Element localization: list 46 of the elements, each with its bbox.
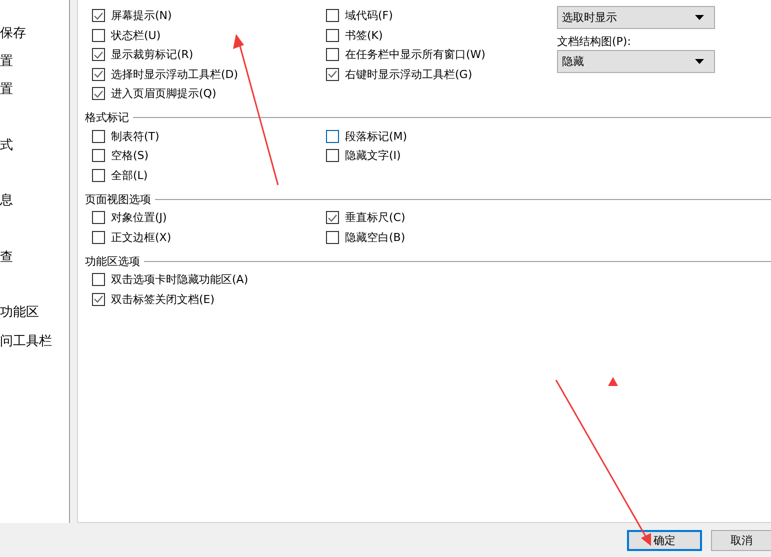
checkbox[interactable]: 段落标记(M) <box>326 126 408 146</box>
checkbox[interactable]: 右键时显示浮动工具栏(G) <box>326 64 472 84</box>
dropdown[interactable]: 选取时显示 <box>557 6 715 29</box>
checkbox[interactable]: 状态栏(U) <box>92 26 161 45</box>
checkbox[interactable]: 制表符(T) <box>92 126 160 146</box>
sidebar-item[interactable]: 式 <box>0 136 69 156</box>
sidebar-item[interactable]: 功能区 <box>0 303 69 323</box>
sidebar-item[interactable]: 保存 <box>0 24 69 44</box>
check-icon <box>328 214 337 222</box>
section-title: 功能区选项 <box>85 254 140 268</box>
check-icon <box>94 90 103 98</box>
checkbox[interactable]: 隐藏文字(I) <box>326 146 401 166</box>
checkbox[interactable]: 双击标签关闭文档(E) <box>92 290 215 309</box>
sidebar-item[interactable]: 息 <box>0 191 69 211</box>
sidebar-item[interactable]: 查 <box>0 248 69 268</box>
caret-icon <box>695 59 704 64</box>
sidebar-item[interactable]: 置 <box>0 52 69 72</box>
checkbox[interactable]: 垂直标尺(C) <box>326 208 406 228</box>
section-title: 页面视图选项 <box>85 192 151 206</box>
checkbox[interactable]: 双击选项卡时隐藏功能区(A) <box>92 270 248 290</box>
checkbox[interactable]: 在任务栏中显示所有窗口(W) <box>326 45 486 64</box>
check-icon <box>94 12 103 20</box>
checkbox[interactable]: 对象位置(J) <box>92 208 167 228</box>
checkbox[interactable]: 显示裁剪标记(R) <box>92 45 194 64</box>
checkbox[interactable]: 选择时显示浮动工具栏(D) <box>92 64 238 84</box>
checkbox[interactable]: 屏幕提示(N) <box>92 6 172 26</box>
triangle-mark <box>608 377 618 386</box>
checkbox[interactable]: 进入页眉页脚提示(Q) <box>92 84 216 104</box>
dialog-button[interactable]: 取消 <box>711 530 771 550</box>
check-icon <box>94 70 103 78</box>
sidebar-item[interactable]: 问工具栏 <box>0 332 69 352</box>
section-title: 格式标记 <box>85 110 129 125</box>
checkbox[interactable]: 书签(K) <box>326 26 383 45</box>
sidebar-item[interactable]: 置 <box>0 80 69 100</box>
checkbox[interactable]: 空格(S) <box>92 146 149 166</box>
check-icon <box>328 70 337 78</box>
caret-icon <box>695 15 704 20</box>
checkbox[interactable]: 正文边框(X) <box>92 228 172 247</box>
check-icon <box>94 295 103 304</box>
dropdown[interactable]: 隐藏 <box>557 50 715 73</box>
check-icon <box>94 50 103 59</box>
checkbox[interactable]: 隐藏空白(B) <box>326 228 406 247</box>
dialog-button[interactable]: 确定 <box>627 530 702 550</box>
field-label: 文档结构图(P): <box>557 34 632 49</box>
checkbox[interactable]: 域代码(F) <box>326 6 393 26</box>
checkbox[interactable]: 全部(L) <box>92 166 148 185</box>
